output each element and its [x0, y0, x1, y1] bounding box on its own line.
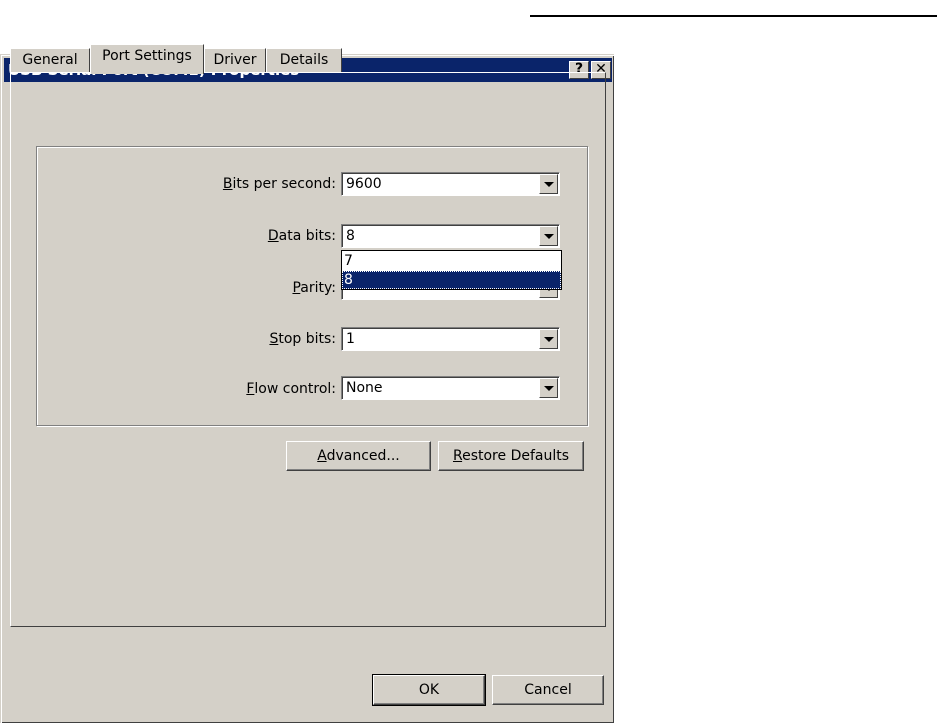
stop-bits-combo[interactable]: 1: [341, 327, 560, 351]
data-bits-value: 8: [346, 228, 355, 244]
bits-per-second-combo[interactable]: 9600: [341, 172, 560, 196]
stop-bits-dropdown-icon[interactable]: [539, 329, 558, 349]
bits-per-second-dropdown-icon[interactable]: [539, 174, 558, 194]
restore-defaults-button[interactable]: Restore Defaults: [438, 441, 584, 471]
dropdown-option-8[interactable]: 8: [342, 271, 561, 289]
flow-control-label: Flow control:: [246, 381, 336, 397]
data-bits-label: Data bits:: [267, 228, 336, 244]
cancel-button[interactable]: Cancel: [492, 675, 604, 705]
tab-port-settings[interactable]: Port Settings: [90, 44, 204, 74]
ok-button[interactable]: OK: [372, 674, 486, 706]
parity-label: Parity:: [292, 280, 336, 296]
data-bits-dropdown-icon[interactable]: [539, 226, 558, 246]
flow-control-combo[interactable]: None: [341, 376, 560, 400]
bits-per-second-label: Bits per second:: [222, 176, 336, 192]
tab-details[interactable]: Details: [266, 48, 342, 72]
top-divider-line: [530, 15, 937, 17]
advanced-button[interactable]: Advanced...: [286, 441, 431, 471]
stop-bits-label: Stop bits:: [269, 331, 336, 347]
tab-driver[interactable]: Driver: [204, 48, 266, 72]
tab-general[interactable]: General: [10, 48, 90, 72]
stop-bits-value: 1: [346, 331, 355, 347]
data-bits-dropdown-list[interactable]: 7 8: [341, 250, 562, 290]
bits-per-second-value: 9600: [346, 176, 382, 192]
dropdown-option-7[interactable]: 7: [342, 252, 561, 270]
flow-control-value: None: [346, 380, 383, 396]
data-bits-combo[interactable]: 8: [341, 224, 560, 248]
flow-control-dropdown-icon[interactable]: [539, 378, 558, 398]
